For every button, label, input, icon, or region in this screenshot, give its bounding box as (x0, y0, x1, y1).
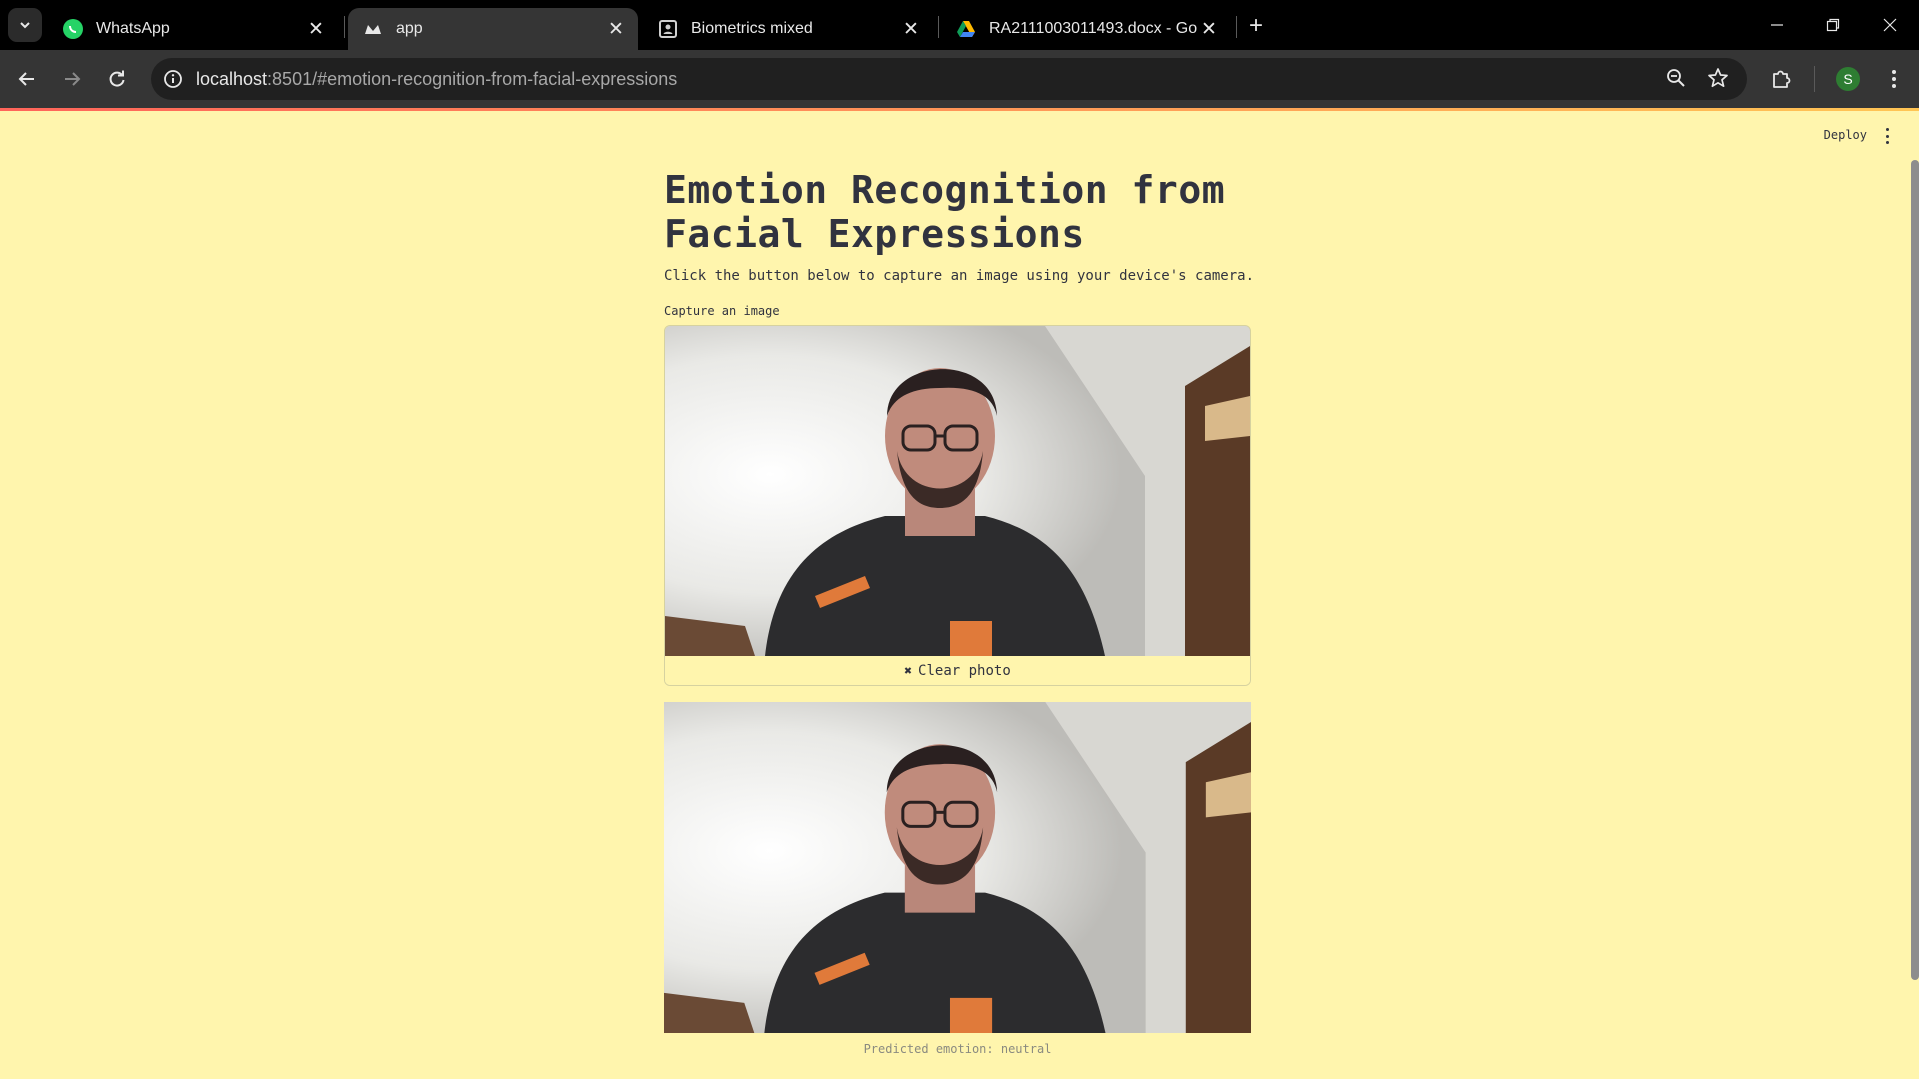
back-button[interactable] (12, 64, 42, 94)
result-image (664, 702, 1251, 1033)
address-bar[interactable]: localhost:8501/#emotion-recognition-from… (151, 58, 1747, 100)
close-tab-icon[interactable]: ✕ (304, 17, 328, 41)
toolbar-divider (1814, 66, 1815, 92)
webcam-photo-image (664, 702, 1251, 1033)
url-host: localhost (196, 69, 268, 89)
deploy-button[interactable]: Deploy (1824, 128, 1867, 142)
new-tab-button[interactable]: + (1242, 12, 1270, 40)
streamlit-icon (362, 18, 384, 40)
browser-toolbar: localhost:8501/#emotion-recognition-from… (0, 50, 1919, 108)
forward-arrow-icon (65, 72, 81, 86)
page-scrollbar[interactable] (1911, 160, 1919, 980)
chevron-down-icon (20, 22, 30, 29)
tab-whatsapp[interactable]: WhatsApp ✕ (48, 8, 338, 50)
instructions-text: Click the button below to capture an ima… (664, 268, 1255, 284)
forward-button[interactable] (57, 64, 87, 94)
header-decoration (0, 108, 1919, 111)
close-icon: ✖ (904, 663, 913, 679)
close-tab-icon[interactable]: ✕ (604, 17, 628, 41)
kebab-menu-icon (1892, 70, 1896, 88)
tab-separator (938, 16, 939, 38)
app-menu-icon[interactable] (1881, 128, 1893, 144)
tab-title: Biometrics mixed (691, 20, 813, 37)
profile-avatar[interactable]: S (1836, 67, 1860, 91)
tab-strip: WhatsApp ✕ app ✕ Biometrics mixed ✕ RA21… (0, 0, 1919, 50)
site-info-icon[interactable] (161, 67, 185, 91)
tab-app[interactable]: app ✕ (348, 8, 638, 50)
tab-google-doc[interactable]: RA2111003011493.docx - Goog ✕ (941, 8, 1231, 50)
url-text[interactable]: localhost:8501/#emotion-recognition-from… (196, 69, 677, 90)
close-icon (1883, 18, 1897, 32)
page-title: Emotion Recognition from Facial Expressi… (664, 168, 1226, 256)
tab-title: app (396, 20, 423, 37)
tab-biometrics[interactable]: Biometrics mixed ✕ (643, 8, 933, 50)
whatsapp-icon (62, 18, 84, 40)
captured-photo (665, 326, 1250, 656)
reload-icon (109, 70, 125, 87)
clear-photo-button[interactable]: ✖ Clear photo (665, 656, 1250, 685)
tab-title: RA2111003011493.docx - Goog (989, 20, 1197, 37)
restore-icon (1826, 18, 1840, 32)
bookmark-star-icon[interactable] (1707, 67, 1731, 91)
restore-button[interactable] (1818, 10, 1848, 40)
app-page: Deploy Emotion Recognition from Facial E… (0, 108, 1919, 1079)
zoom-icon[interactable] (1665, 67, 1689, 91)
minimize-icon (1771, 24, 1783, 26)
camera-input-label: Capture an image (664, 304, 780, 318)
prediction-caption: Predicted emotion: neutral (863, 1042, 1052, 1056)
tab-title: WhatsApp (96, 20, 170, 37)
camera-input[interactable]: ✖ Clear photo (664, 325, 1251, 686)
close-tab-icon[interactable]: ✕ (1197, 17, 1221, 41)
close-tab-icon[interactable]: ✕ (899, 17, 923, 41)
url-path: :8501/#emotion-recognition-from-facial-e… (267, 69, 678, 89)
tab-search-button[interactable] (8, 8, 42, 42)
browser-menu-button[interactable] (1879, 64, 1909, 94)
reload-button[interactable] (102, 64, 132, 94)
back-arrow-icon (18, 72, 34, 86)
contact-card-icon (657, 18, 679, 40)
tab-separator (1236, 16, 1237, 38)
minimize-button[interactable] (1762, 10, 1792, 40)
clear-photo-label: Clear photo (918, 663, 1011, 679)
webcam-photo-image (665, 326, 1250, 656)
tab-separator (344, 16, 345, 38)
puzzle-icon (1773, 70, 1791, 88)
extensions-button[interactable] (1766, 64, 1796, 94)
google-drive-icon (955, 18, 977, 40)
close-window-button[interactable] (1875, 10, 1905, 40)
